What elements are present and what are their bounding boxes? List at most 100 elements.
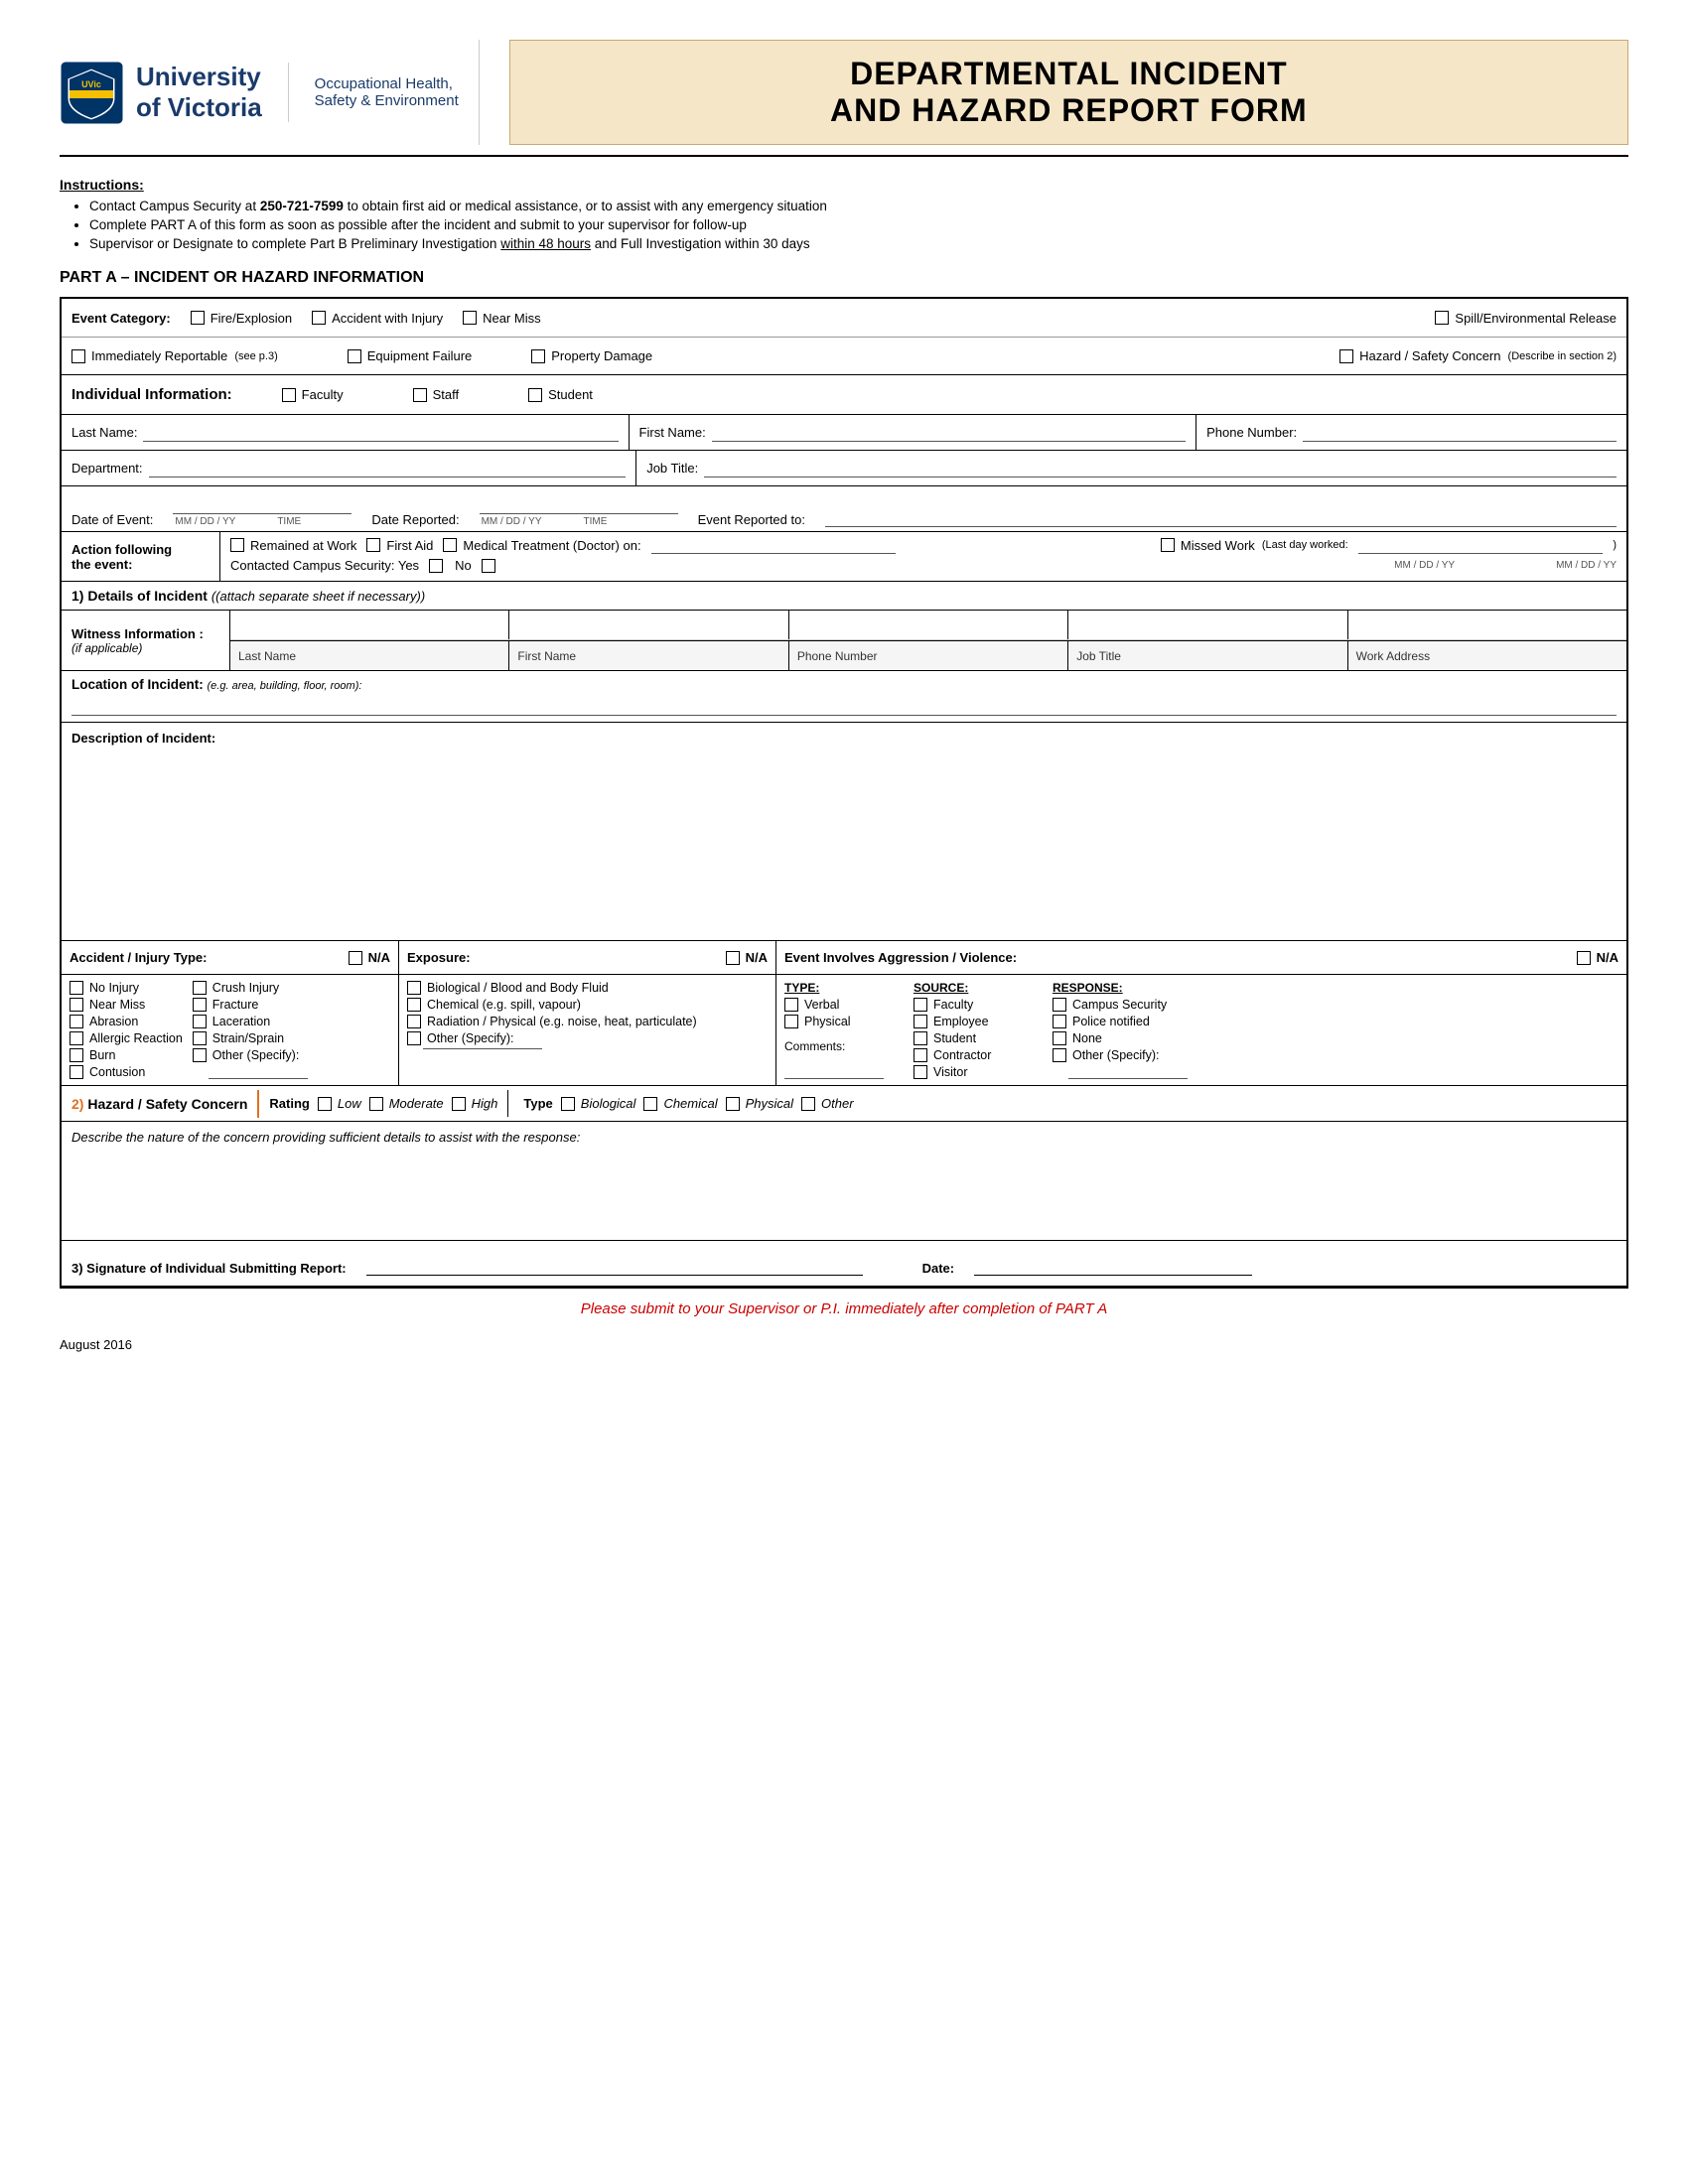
property-damage-option[interactable]: Property Damage (531, 348, 652, 363)
see-p3-note: (see p.3) (231, 350, 277, 362)
source-faculty-option[interactable]: Faculty (914, 998, 1033, 1012)
equipment-failure-checkbox[interactable] (348, 349, 361, 363)
burn-option[interactable]: Burn (70, 1048, 183, 1062)
job-title-input[interactable] (704, 460, 1617, 478)
fire-explosion-checkbox[interactable] (191, 311, 205, 325)
exposure-label: Exposure: (407, 950, 471, 965)
comments-input[interactable] (784, 1056, 884, 1079)
medical-treatment-checkbox[interactable] (443, 538, 457, 552)
witness-data-phone-1[interactable] (789, 611, 1068, 639)
other-specify-input[interactable] (209, 1065, 308, 1079)
fire-explosion-option[interactable]: Fire/Explosion (191, 311, 292, 326)
witness-data-jobtitle-1[interactable] (1068, 611, 1347, 639)
immediately-reportable-label: Immediately Reportable (91, 348, 227, 363)
location-input[interactable] (71, 696, 1617, 716)
fracture-option[interactable]: Fracture (193, 998, 308, 1012)
near-miss-label: Near Miss (483, 311, 541, 326)
exposure-na-checkbox[interactable] (726, 951, 740, 965)
none-response-option[interactable]: None (1053, 1031, 1188, 1045)
radiation-exposure-option[interactable]: Radiation / Physical (e.g. noise, heat, … (407, 1015, 768, 1028)
contusion-option[interactable]: Contusion (70, 1065, 183, 1079)
contacted-yes-checkbox[interactable] (429, 559, 443, 573)
bio-exposure-option[interactable]: Biological / Blood and Body Fluid (407, 981, 768, 995)
signature-input[interactable] (366, 1254, 863, 1276)
missed-work-option[interactable]: Missed Work (Last day worked: (1161, 538, 1348, 553)
accident-injury-checkbox[interactable] (312, 311, 326, 325)
high-rating-option[interactable]: High (452, 1096, 498, 1111)
date-label-sig: Date: (922, 1261, 955, 1276)
witness-data-address-1[interactable] (1348, 611, 1626, 639)
hazard-concern-option[interactable]: Hazard / Safety Concern (Describe in sec… (1339, 348, 1617, 363)
medical-treatment-option[interactable]: Medical Treatment (Doctor) on: (443, 538, 640, 553)
strain-option[interactable]: Strain/Sprain (193, 1031, 308, 1045)
missed-work-date[interactable] (1358, 536, 1604, 554)
student-option[interactable]: Student (528, 387, 593, 402)
department-input[interactable] (149, 460, 627, 478)
abrasion-option[interactable]: Abrasion (70, 1015, 183, 1028)
laceration-option[interactable]: Laceration (193, 1015, 308, 1028)
low-rating-option[interactable]: Low (318, 1096, 361, 1111)
medical-treatment-date[interactable] (651, 536, 897, 554)
hazard-desc-input[interactable] (71, 1145, 1617, 1224)
other-exposure-input[interactable] (423, 1048, 542, 1049)
other-response-option[interactable]: Other (Specify): (1053, 1048, 1188, 1062)
crush-option[interactable]: Crush Injury (193, 981, 308, 995)
police-notified-option[interactable]: Police notified (1053, 1015, 1188, 1028)
last-name-input[interactable] (143, 424, 618, 442)
other-response-input[interactable] (1068, 1065, 1188, 1079)
chem-type-option[interactable]: Chemical (643, 1096, 717, 1111)
first-name-input[interactable] (712, 424, 1186, 442)
no-injury-option[interactable]: No Injury (70, 981, 183, 995)
immediately-reportable-option[interactable]: Immediately Reportable (see p.3) (71, 348, 278, 363)
hazard-concern-checkbox[interactable] (1339, 349, 1353, 363)
signature-row: 3) Signature of Individual Submitting Re… (62, 1241, 1626, 1287)
bio-type-option[interactable]: Biological (561, 1096, 636, 1111)
date-event-input[interactable] (173, 513, 352, 514)
student-checkbox[interactable] (528, 388, 542, 402)
chemical-exposure-option[interactable]: Chemical (e.g. spill, vapour) (407, 998, 768, 1012)
immediately-reportable-checkbox[interactable] (71, 349, 85, 363)
near-miss-checkbox[interactable] (463, 311, 477, 325)
verbal-option[interactable]: Verbal (784, 998, 894, 1012)
property-damage-checkbox[interactable] (531, 349, 545, 363)
near-miss-injury-option[interactable]: Near Miss (70, 998, 183, 1012)
aggression-na-checkbox[interactable] (1577, 951, 1591, 965)
source-student-option[interactable]: Student (914, 1031, 1033, 1045)
remained-work-checkbox[interactable] (230, 538, 244, 552)
staff-option[interactable]: Staff (413, 387, 460, 402)
spill-release-option[interactable]: Spill/Environmental Release (1435, 311, 1617, 326)
first-aid-option[interactable]: First Aid (366, 538, 433, 553)
other-exposure-option[interactable]: Other (Specify): (407, 1031, 768, 1045)
near-miss-option[interactable]: Near Miss (463, 311, 541, 326)
faculty-option[interactable]: Faculty (282, 387, 344, 402)
event-reported-input[interactable] (825, 509, 1617, 527)
date-sig-input[interactable] (974, 1254, 1252, 1276)
date-reported-input[interactable] (480, 513, 678, 514)
accident-na-checkbox[interactable] (349, 951, 362, 965)
form-title: DEPARTMENTAL INCIDENT AND HAZARD REPORT … (830, 56, 1308, 129)
physical-option[interactable]: Physical (784, 1015, 894, 1028)
spill-release-checkbox[interactable] (1435, 311, 1449, 325)
contacted-no-checkbox[interactable] (482, 559, 495, 573)
source-contractor-option[interactable]: Contractor (914, 1048, 1033, 1062)
phone-input[interactable] (1303, 424, 1617, 442)
allergic-option[interactable]: Allergic Reaction (70, 1031, 183, 1045)
campus-security-response-option[interactable]: Campus Security (1053, 998, 1188, 1012)
accident-injury-option[interactable]: Accident with Injury (312, 311, 443, 326)
phys-type-option[interactable]: Physical (726, 1096, 793, 1111)
moderate-rating-option[interactable]: Moderate (369, 1096, 444, 1111)
witness-data-lastname-1[interactable] (230, 611, 509, 639)
faculty-checkbox[interactable] (282, 388, 296, 402)
source-employee-option[interactable]: Employee (914, 1015, 1033, 1028)
description-input[interactable] (71, 751, 1617, 930)
remained-work-option[interactable]: Remained at Work (230, 538, 356, 553)
witness-data-firstname-1[interactable] (509, 611, 788, 639)
missed-work-checkbox[interactable] (1161, 538, 1175, 552)
source-visitor-option[interactable]: Visitor (914, 1065, 1033, 1079)
mmddyy-label1: MM / DD / YY (175, 516, 235, 527)
first-aid-checkbox[interactable] (366, 538, 380, 552)
equipment-failure-option[interactable]: Equipment Failure (348, 348, 473, 363)
staff-checkbox[interactable] (413, 388, 427, 402)
other-specify-option[interactable]: Other (Specify): (193, 1048, 308, 1062)
other-type-option[interactable]: Other (801, 1096, 854, 1111)
